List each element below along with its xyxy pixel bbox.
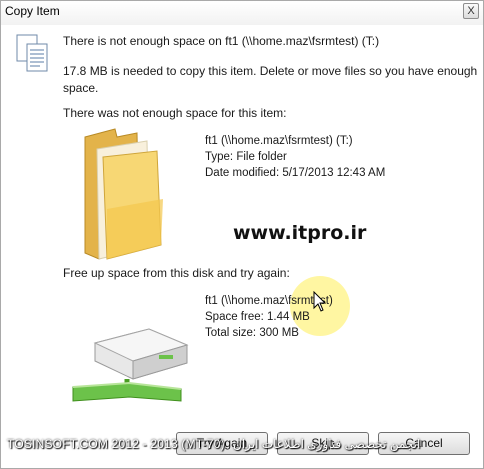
window-title: Copy Item (5, 4, 60, 18)
footer-overlay: TOSINSOFT.COM 2012 - 2013 (MT-70) انجمن … (1, 435, 484, 455)
copy-document-icon (16, 34, 48, 72)
footer-left-text: TOSINSOFT.COM 2012 - 2013 (MT-70) (7, 437, 225, 451)
message-detail-line-1: 17.8 MB is needed to copy this item. Del… (63, 64, 478, 78)
close-button[interactable]: X (463, 3, 479, 19)
item-date-modified: Date modified: 5/17/2013 12:43 AM (205, 167, 386, 179)
watermark-text: www.itpro.ir (233, 222, 367, 244)
item-section-label: There was not enough space for this item… (63, 106, 287, 120)
item-name: ft1 (\\home.maz\fsrmtest) (T:) (205, 135, 353, 147)
free-space-label: Free up space from this disk and try aga… (63, 266, 290, 280)
footer-right-text: انجمن تخصصی فناوری اطلاعات ایران (233, 437, 421, 451)
folder-icon (84, 128, 163, 260)
message-heading: There is not enough space on ft1 (\\home… (63, 34, 380, 48)
message-detail-line-2: space. (63, 81, 99, 95)
mouse-cursor-icon (313, 291, 327, 312)
network-drive-icon (72, 328, 189, 402)
item-type: Type: File folder (205, 151, 287, 163)
drive-total-size: Total size: 300 MB (205, 327, 299, 339)
title-bar: Copy Item X (1, 1, 483, 25)
copy-item-dialog: Copy Item X There is not enough space on… (0, 0, 484, 469)
drive-space-free: Space free: 1.44 MB (205, 311, 310, 323)
